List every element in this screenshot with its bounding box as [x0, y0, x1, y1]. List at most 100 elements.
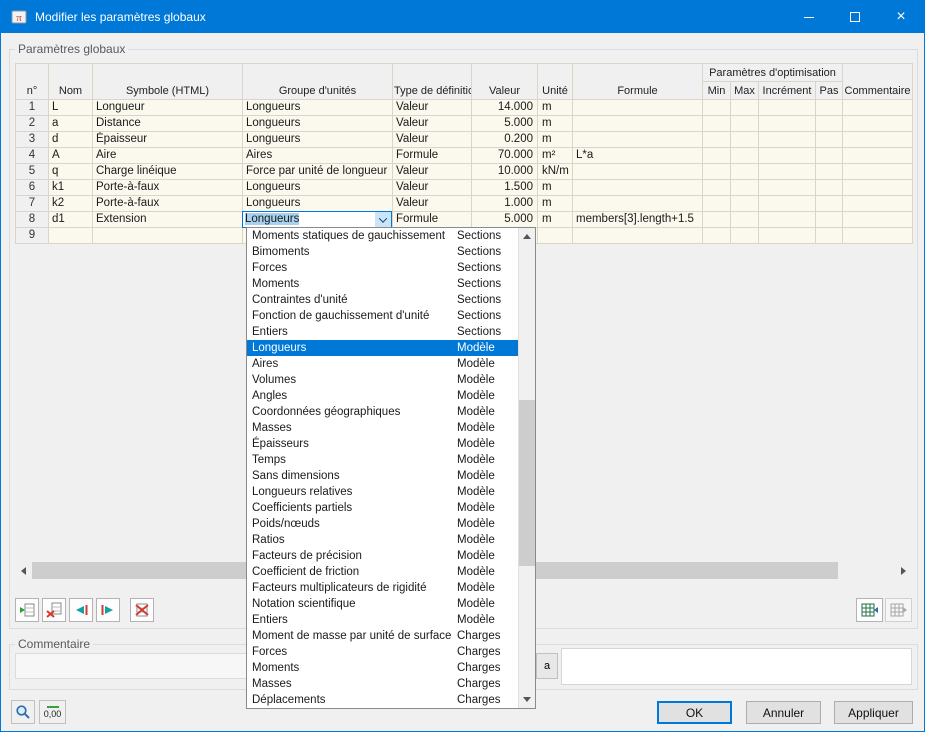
cell-commentaire[interactable] [842, 99, 914, 116]
dropdown-item[interactable]: Bimoments Sections [247, 244, 518, 260]
cell-min[interactable] [702, 115, 731, 132]
delete-row-button[interactable] [42, 598, 66, 622]
cell-formule[interactable]: L*a [572, 147, 703, 164]
cell-type[interactable]: Valeur [392, 195, 472, 212]
cancel-button[interactable]: Annuler [746, 701, 821, 724]
scroll-up-button[interactable] [519, 228, 535, 245]
minimize-button[interactable] [786, 1, 832, 33]
cell-nom[interactable]: d [48, 131, 93, 148]
cell-unite[interactable] [537, 227, 573, 244]
scroll-left-button[interactable] [15, 562, 32, 579]
cell-unite[interactable]: m [537, 131, 573, 148]
cell-groupe[interactable]: Longueurs [242, 99, 393, 116]
cell-max[interactable] [730, 211, 759, 228]
export-excel-button[interactable] [856, 598, 883, 622]
cell-max[interactable] [730, 179, 759, 196]
cell-type[interactable]: Formule [392, 211, 472, 228]
cell-groupe[interactable]: Longueurs [242, 115, 393, 132]
close-button[interactable]: × [878, 1, 924, 33]
dropdown-item[interactable]: Masses Charges [247, 676, 518, 692]
cell-commentaire[interactable] [842, 147, 914, 164]
maximize-button[interactable] [832, 1, 878, 33]
cell-groupe[interactable]: Aires [242, 147, 393, 164]
cell-n[interactable]: 8 [15, 211, 49, 228]
dropdown-item[interactable]: Forces Sections [247, 260, 518, 276]
cell-commentaire[interactable] [842, 115, 914, 132]
dropdown-item[interactable]: Moments Charges [247, 660, 518, 676]
cell-min[interactable] [702, 179, 731, 196]
cell-max[interactable] [730, 115, 759, 132]
cell-groupe[interactable]: Force par unité de longueur [242, 163, 393, 180]
cell-max[interactable] [730, 99, 759, 116]
dropdown-item[interactable]: Contraintes d'unité Sections [247, 292, 518, 308]
cell-max[interactable] [730, 195, 759, 212]
cell-valeur[interactable]: 10.000 [471, 163, 538, 180]
ok-button[interactable]: OK [657, 701, 732, 724]
cell-pas[interactable] [814, 163, 844, 180]
cell-symbole[interactable]: Porte-à-faux [92, 195, 243, 212]
cell-min[interactable] [702, 99, 731, 116]
dropdown-item[interactable]: Moment de masse par unité de surface Char… [247, 628, 518, 644]
cell-symbole[interactable]: Extension [92, 211, 243, 228]
dropdown-item[interactable]: Notation scientifique Modèle [247, 596, 518, 612]
dropdown-item[interactable]: Sans dimensions Modèle [247, 468, 518, 484]
cell-symbole[interactable]: Charge linéique [92, 163, 243, 180]
dropdown-scrollbar-thumb[interactable] [519, 400, 535, 566]
cell-pas[interactable] [814, 99, 844, 116]
cell-increment[interactable] [758, 99, 816, 116]
move-row-button[interactable] [96, 598, 120, 622]
cell-formule[interactable] [572, 163, 703, 180]
cell-n[interactable]: 3 [15, 131, 49, 148]
cell-commentaire[interactable] [842, 179, 914, 196]
clear-table-button[interactable] [130, 598, 154, 622]
dropdown-item[interactable]: Fonction de gauchissement d'unité Section… [247, 308, 518, 324]
cell-increment[interactable] [758, 179, 816, 196]
dropdown-item[interactable]: Épaisseurs Modèle [247, 436, 518, 452]
dropdown-item[interactable]: Angles Modèle [247, 388, 518, 404]
cell-unite[interactable]: m² [537, 147, 573, 164]
cell-max[interactable] [730, 147, 759, 164]
cell-valeur[interactable]: 70.000 [471, 147, 538, 164]
cell-formule[interactable] [572, 195, 703, 212]
cell-max[interactable] [730, 227, 759, 244]
cell-pas[interactable] [814, 211, 844, 228]
cell-min[interactable] [702, 131, 731, 148]
cell-n[interactable]: 1 [15, 99, 49, 116]
cell-valeur[interactable]: 14.000 [471, 99, 538, 116]
cell-min[interactable] [702, 211, 731, 228]
cell-valeur[interactable]: 1.000 [471, 195, 538, 212]
cell-n[interactable]: 5 [15, 163, 49, 180]
cell-symbole[interactable]: Distance [92, 115, 243, 132]
cell-valeur[interactable]: 1.500 [471, 179, 538, 196]
cell-valeur[interactable]: 5.000 [471, 211, 538, 228]
cell-type[interactable]: Valeur [392, 163, 472, 180]
cell-unite[interactable]: m [537, 211, 573, 228]
cell-formule[interactable]: members[3].length+1.5 [572, 211, 703, 228]
cell-formule[interactable] [572, 227, 703, 244]
cell-n[interactable]: 4 [15, 147, 49, 164]
cell-groupe[interactable]: Longueurs [242, 131, 393, 148]
cell-min[interactable] [702, 147, 731, 164]
cell-min[interactable] [702, 163, 731, 180]
dropdown-item[interactable]: Moments statiques de gauchissement Sectio… [247, 228, 518, 244]
cell-increment[interactable] [758, 115, 816, 132]
cell-commentaire[interactable] [842, 227, 914, 244]
dropdown-item[interactable]: Facteurs multiplicateurs de rigidité Modè… [247, 580, 518, 596]
cell-formule[interactable] [572, 179, 703, 196]
cell-unite[interactable]: m [537, 99, 573, 116]
cell-commentaire[interactable] [842, 131, 914, 148]
dropdown-scrollbar[interactable] [518, 228, 535, 708]
cell-n[interactable]: 7 [15, 195, 49, 212]
dropdown-item[interactable]: Coordonnées géographiques Modèle [247, 404, 518, 420]
cell-nom[interactable]: k1 [48, 179, 93, 196]
cell-nom[interactable]: a [48, 115, 93, 132]
cell-nom[interactable]: d1 [48, 211, 93, 228]
cell-nom[interactable] [48, 227, 93, 244]
cell-symbole[interactable]: Porte-à-faux [92, 179, 243, 196]
cell-max[interactable] [730, 163, 759, 180]
dropdown-item[interactable]: Forces Charges [247, 644, 518, 660]
comment-expand-button[interactable]: a [536, 653, 558, 679]
scroll-down-button[interactable] [519, 691, 535, 708]
cell-n[interactable]: 9 [15, 227, 49, 244]
cell-type[interactable]: Valeur [392, 115, 472, 132]
